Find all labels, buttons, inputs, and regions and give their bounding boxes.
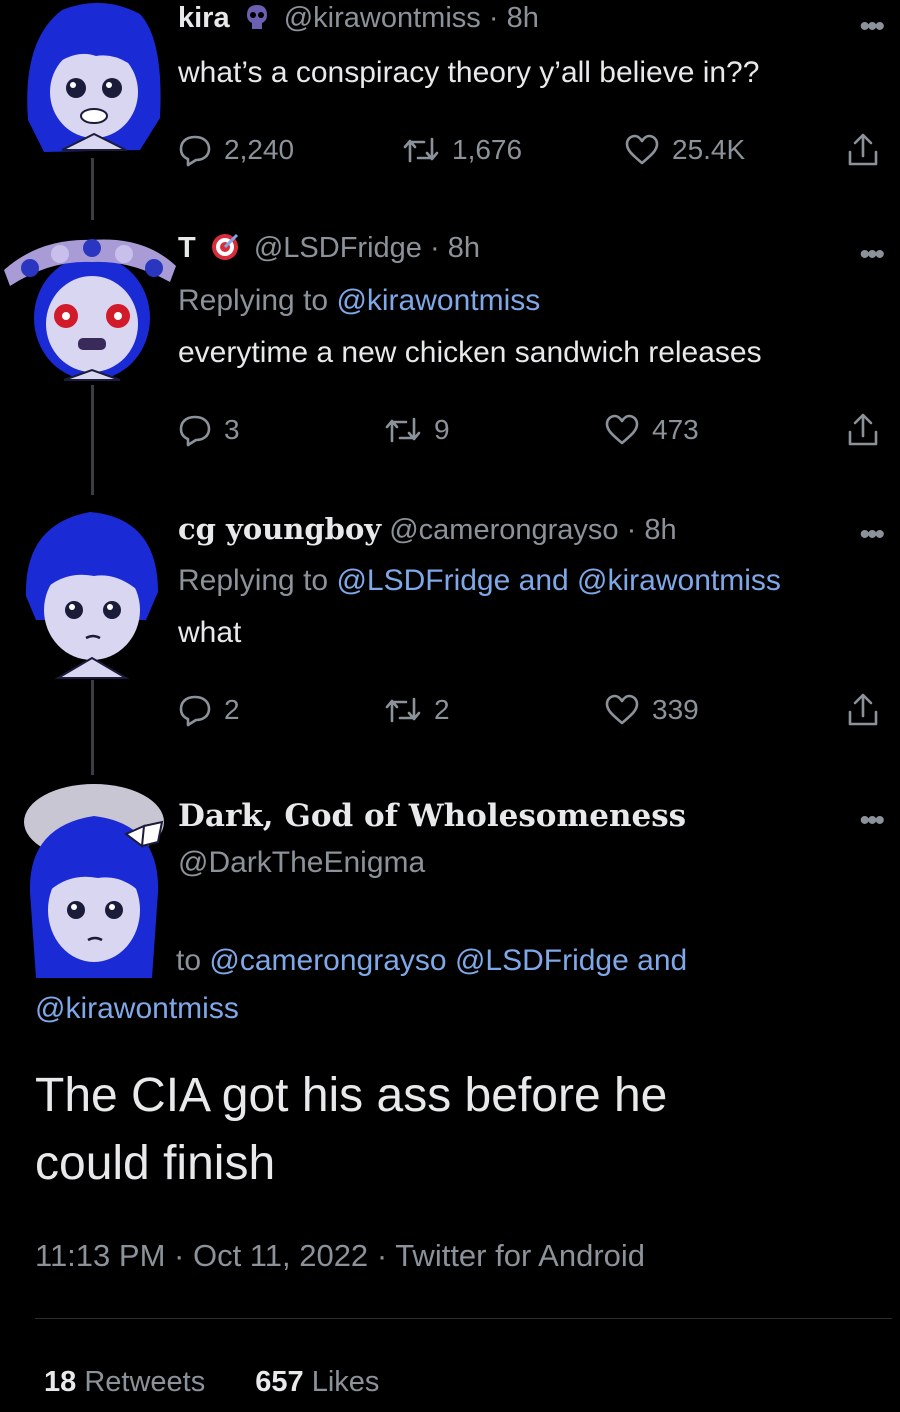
share-icon <box>846 692 880 728</box>
retweet-label: Retweets <box>84 1366 206 1398</box>
display-name[interactable]: cg youngboy <box>178 512 381 546</box>
handle[interactable]: @kirawontmiss <box>284 2 481 34</box>
replying-and: and <box>637 944 688 977</box>
separator: · <box>376 1238 388 1273</box>
tweet-text: what <box>178 616 242 649</box>
mention-link[interactable]: @camerongrayso <box>209 944 446 977</box>
tweet-meta: 11:13 PM · Oct 11, 2022 · Twitter for An… <box>35 1238 645 1274</box>
retweet-count: 9 <box>434 414 450 445</box>
like-button[interactable]: 25.4K <box>624 128 745 172</box>
tweet-header: kira @kirawontmiss · 8h <box>178 2 539 39</box>
reply-button[interactable]: 2 <box>178 688 240 732</box>
replying-and: and <box>518 564 569 597</box>
more-icon[interactable]: ••• <box>859 240 884 270</box>
display-name[interactable]: Dark, God of Wholesomeness <box>178 798 686 834</box>
reply-icon <box>178 413 212 447</box>
tweet-actions: 2 2 339 <box>178 688 893 732</box>
replying-label: Replying to <box>178 564 329 597</box>
like-count: 339 <box>652 694 699 725</box>
reply-icon <box>178 693 212 727</box>
tweet-text: what’s a conspiracy theory y’all believe… <box>178 56 760 89</box>
handle[interactable]: @LSDFridge <box>254 232 422 264</box>
like-count: 25.4K <box>672 134 746 165</box>
like-count: 473 <box>652 414 699 445</box>
display-name[interactable]: T <box>178 232 196 264</box>
more-icon[interactable]: ••• <box>859 806 884 836</box>
replying-to: Replying to @kirawontmiss <box>178 284 540 318</box>
like-label: Likes <box>311 1366 380 1398</box>
timestamp[interactable]: 8h <box>644 514 676 546</box>
retweet-icon <box>402 135 440 165</box>
like-total: 657 <box>255 1366 304 1398</box>
avatar-cg-youngboy[interactable] <box>18 500 164 680</box>
retweet-button[interactable]: 2 <box>384 688 450 732</box>
avatar-kira[interactable] <box>22 0 164 158</box>
tweet-actions: 3 9 473 <box>178 408 893 452</box>
retweet-icon <box>384 415 422 445</box>
likes-stat[interactable]: 657 Likes <box>255 1366 379 1398</box>
mention-link[interactable]: @kirawontmiss <box>336 284 540 317</box>
retweets-stat[interactable]: 18 Retweets <box>44 1366 213 1398</box>
retweet-count: 1,676 <box>452 134 523 165</box>
retweet-button[interactable]: 9 <box>384 408 450 452</box>
timestamp[interactable]: 8h <box>507 2 539 34</box>
reply-button[interactable]: 3 <box>178 408 240 452</box>
display-name[interactable]: kira <box>178 2 230 34</box>
reply-icon <box>178 133 212 167</box>
replying-label: to <box>176 944 202 977</box>
main-tweet-text-line1: The CIA got his ass before he <box>35 1069 668 1122</box>
avatar-dark[interactable] <box>18 782 170 984</box>
tweet-text: everytime a new chicken sandwich release… <box>178 336 762 369</box>
reply-count: 2,240 <box>224 134 295 165</box>
tweet-stats: 18 Retweets 657 Likes <box>44 1366 379 1399</box>
separator: · <box>626 514 637 546</box>
like-button[interactable]: 339 <box>604 688 699 732</box>
retweet-count: 2 <box>434 694 450 725</box>
like-button[interactable]: 473 <box>604 408 699 452</box>
alien-skull-icon <box>244 3 270 39</box>
more-icon[interactable]: ••• <box>859 520 884 550</box>
tweet-date[interactable]: Oct 11, 2022 <box>193 1238 368 1273</box>
tweet-header: cg youngboy @camerongrayso · 8h <box>178 512 677 547</box>
avatar-t[interactable] <box>0 220 180 385</box>
thread-line <box>91 158 94 220</box>
replying-label: Replying to <box>178 284 329 317</box>
thread-line <box>91 385 94 495</box>
retweet-total: 18 <box>44 1366 77 1398</box>
separator: · <box>174 1238 185 1273</box>
share-icon <box>846 412 880 448</box>
tweet-time[interactable]: 11:13 PM <box>35 1238 165 1273</box>
timestamp[interactable]: 8h <box>448 232 480 264</box>
mention-link[interactable]: @LSDFridge <box>336 564 510 597</box>
separator: · <box>429 232 440 264</box>
reply-button[interactable]: 2,240 <box>178 128 294 172</box>
main-tweet-text-line2: could finish <box>35 1137 276 1190</box>
heart-icon <box>604 694 640 726</box>
tweet-client[interactable]: Twitter for Android <box>395 1238 645 1273</box>
tweet-header: T @LSDFridge · 8h <box>178 232 480 270</box>
heart-icon <box>624 134 660 166</box>
reply-count: 3 <box>224 414 240 445</box>
share-button[interactable] <box>846 408 880 452</box>
retweet-icon <box>384 695 422 725</box>
separator: · <box>488 2 499 34</box>
thread-line <box>91 680 94 775</box>
handle[interactable]: @camerongrayso <box>389 514 618 546</box>
mention-link[interactable]: @LSDFridge <box>455 944 629 977</box>
replying-to: to @camerongrayso @LSDFridge and <box>176 944 687 978</box>
retweet-button[interactable]: 1,676 <box>402 128 522 172</box>
handle[interactable]: @DarkTheEnigma <box>178 846 425 880</box>
heart-icon <box>604 414 640 446</box>
tweet-actions: 2,240 1,676 25.4K <box>178 128 893 172</box>
share-button[interactable] <box>846 688 880 732</box>
share-icon <box>846 132 880 168</box>
share-button[interactable] <box>846 128 880 172</box>
mention-link[interactable]: @kirawontmiss <box>577 564 781 597</box>
reply-count: 2 <box>224 694 240 725</box>
replying-to: Replying to @LSDFridge and @kirawontmiss <box>178 564 781 598</box>
divider <box>35 1318 892 1319</box>
more-icon[interactable]: ••• <box>859 12 884 42</box>
mention-link[interactable]: @kirawontmiss <box>35 992 239 1026</box>
target-icon <box>210 232 240 270</box>
